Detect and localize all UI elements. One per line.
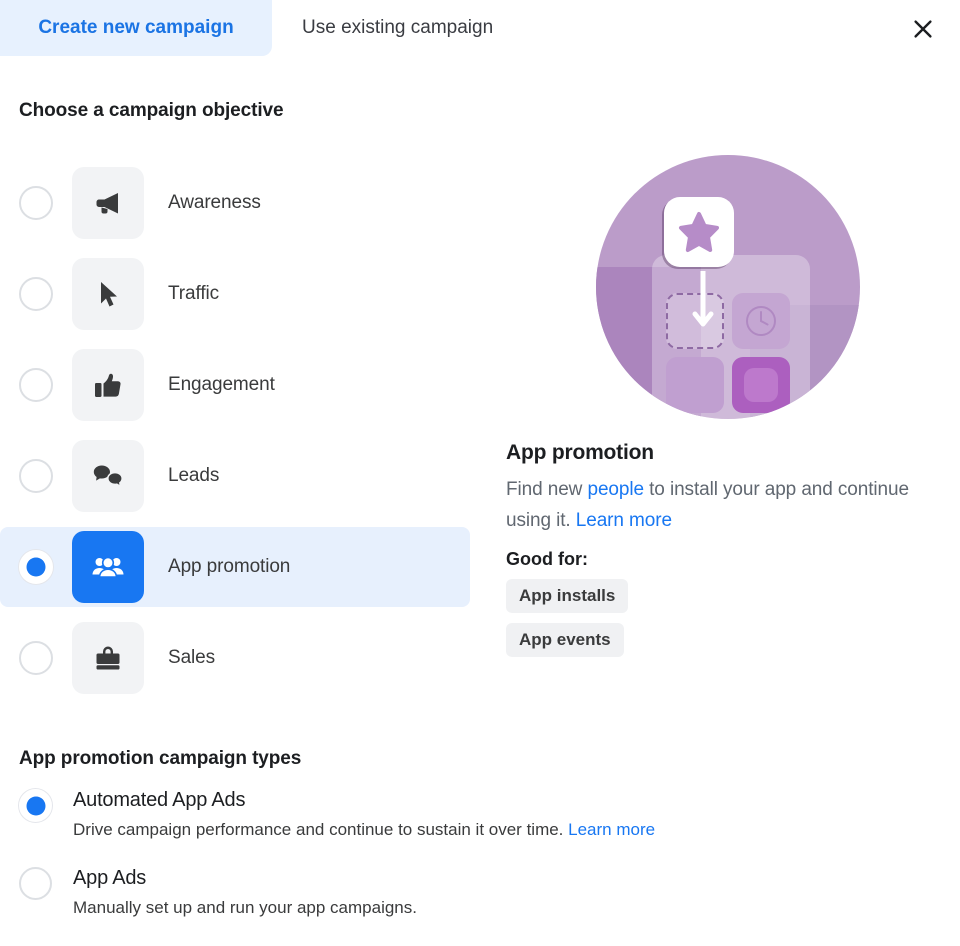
campaign-objective-dialog: Create new campaign Use existing campaig… [0,0,960,946]
clock-icon [732,293,790,349]
tab-create-new-campaign[interactable]: Create new campaign [0,0,272,56]
chip-row: App events [506,623,926,667]
info-desc-part1: Find new [506,479,588,500]
objective-label-leads: Leads [168,465,220,486]
campaign-types-list: Automated App Ads Drive campaign perform… [19,788,819,944]
info-panel-title: App promotion [506,441,654,464]
chip-row: App installs [506,579,926,623]
close-button[interactable] [904,10,942,48]
objective-label-app-promotion: App promotion [168,556,291,577]
info-panel-description: Find new people to install your app and … [506,474,916,536]
campaign-type-text: App Ads Manually set up and run your app… [73,866,417,919]
campaign-type-automated-app-ads[interactable]: Automated App Ads Drive campaign perform… [19,788,819,841]
objective-option-traffic[interactable]: Traffic [0,254,470,334]
learn-more-link[interactable]: Learn more [576,510,672,531]
objective-option-app-promotion[interactable]: App promotion [0,527,470,607]
automated-app-ads-learn-more-link[interactable]: Learn more [568,820,655,839]
megaphone-icon [72,167,144,239]
speech-bubbles-icon [72,440,144,512]
campaign-types-heading: App promotion campaign types [19,748,302,769]
cursor-arrow-icon [72,258,144,330]
objective-info-panel: App promotion Find new people to install… [506,155,926,667]
tab-bar: Create new campaign Use existing campaig… [0,0,960,56]
objective-option-sales[interactable]: Sales [0,618,470,698]
good-for-chips: App installs App events [506,579,926,667]
objective-label-awareness: Awareness [168,192,261,213]
campaign-type-label-app-ads: App Ads [73,867,147,889]
tab-use-existing-campaign[interactable]: Use existing campaign [272,0,572,56]
app-promotion-illustration [596,155,860,419]
illustration-tile-light [666,357,724,413]
campaign-type-description-automated-app-ads: Drive campaign performance and continue … [73,819,655,841]
radio-automated-app-ads[interactable] [19,789,52,822]
tab-create-new-campaign-label: Create new campaign [38,17,234,38]
illustration-tile-dark-inner [744,368,778,402]
campaign-type-description-text: Drive campaign performance and continue … [73,820,569,839]
objective-label-sales: Sales [168,647,216,668]
campaign-type-description-text: Manually set up and run your app campaig… [73,898,417,917]
radio-app-promotion[interactable] [19,550,53,584]
illustration-tile-dark [732,357,790,413]
tab-use-existing-campaign-label: Use existing campaign [302,17,494,38]
campaign-type-label-automated-app-ads: Automated App Ads [73,789,246,811]
radio-app-ads[interactable] [19,867,52,900]
chip-app-installs: App installs [506,579,629,613]
people-group-icon [72,531,144,603]
choose-objective-heading: Choose a campaign objective [19,100,284,121]
campaign-type-text: Automated App Ads Drive campaign perform… [73,788,655,841]
objective-options-list: Awareness Traffic Engagement Leads App p… [0,163,470,709]
thumbs-up-icon [72,349,144,421]
people-link[interactable]: people [587,479,644,500]
chip-app-events: App events [506,623,624,657]
radio-leads[interactable] [19,459,53,493]
download-arrow-icon [692,268,714,333]
campaign-type-description-app-ads: Manually set up and run your app campaig… [73,897,417,919]
objective-label-engagement: Engagement [168,374,275,395]
objective-option-engagement[interactable]: Engagement [0,345,470,425]
shopping-bag-icon [72,622,144,694]
radio-sales[interactable] [19,641,53,675]
objective-option-awareness[interactable]: Awareness [0,163,470,243]
objective-label-traffic: Traffic [168,283,220,304]
radio-awareness[interactable] [19,186,53,220]
good-for-label: Good for: [506,549,588,569]
objective-option-leads[interactable]: Leads [0,436,470,516]
close-icon [911,17,935,41]
radio-traffic[interactable] [19,277,53,311]
radio-engagement[interactable] [19,368,53,402]
star-icon [664,197,734,267]
campaign-type-app-ads[interactable]: App Ads Manually set up and run your app… [19,866,819,919]
